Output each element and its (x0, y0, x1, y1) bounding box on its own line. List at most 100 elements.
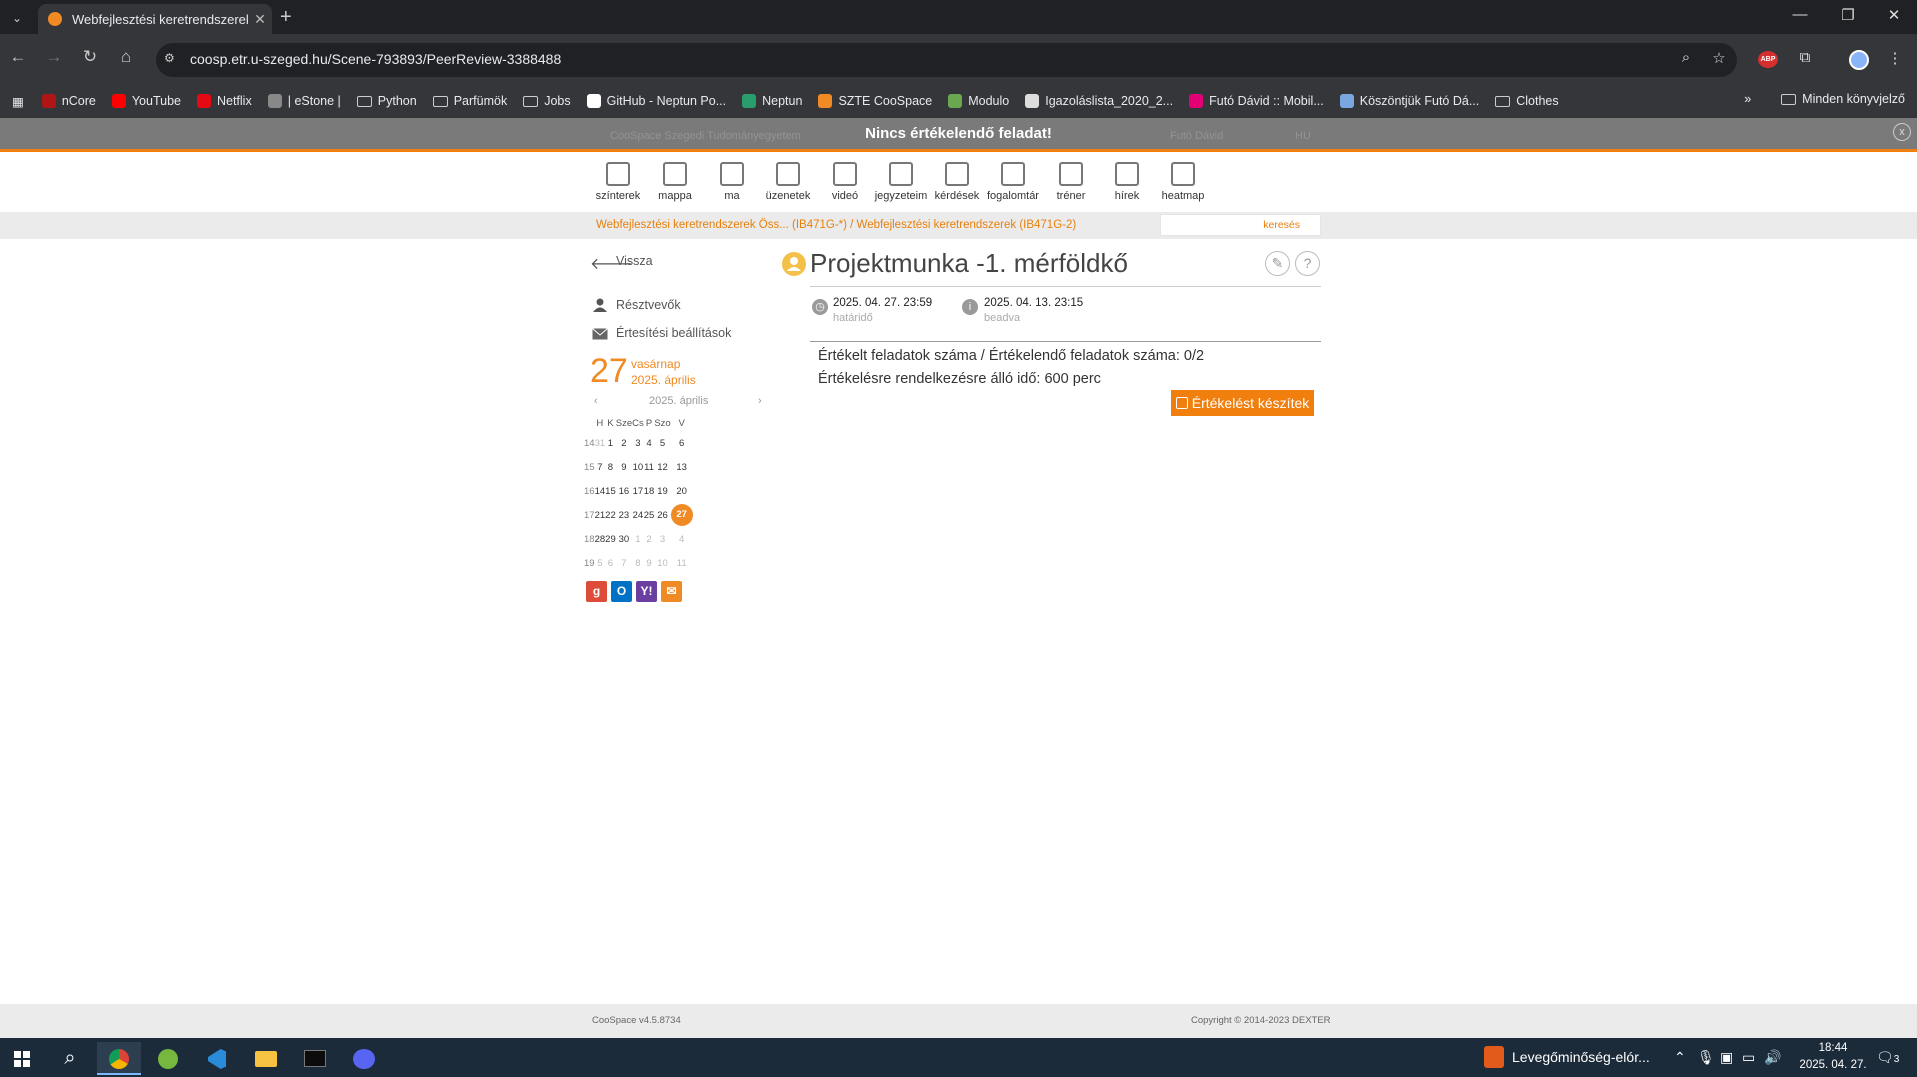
calendar-day[interactable]: 5 (654, 431, 670, 455)
back-link[interactable]: Vissza (616, 254, 653, 268)
network-icon[interactable]: ▭ (1742, 1049, 1755, 1066)
calendar-day-today[interactable]: 27 (670, 503, 693, 527)
edit-button[interactable]: ✎ (1265, 251, 1290, 276)
bookmark-item[interactable]: Köszöntjük Futó Dá... (1339, 94, 1479, 108)
bookmark-item[interactable]: nCore (41, 94, 96, 108)
search-input[interactable]: keresés (1160, 214, 1321, 236)
profile-avatar[interactable] (1849, 50, 1869, 70)
notification-center-icon[interactable]: 🗨3 (1876, 1049, 1899, 1066)
calendar-day[interactable]: 22 (605, 503, 616, 527)
tab-close-icon[interactable]: ✕ (248, 11, 272, 28)
calendar-day[interactable]: 25 (644, 503, 655, 527)
menu-item-tréner[interactable]: tréner (1039, 162, 1103, 202)
tray-overflow-icon[interactable]: ⌃ (1674, 1049, 1686, 1066)
back-arrow-icon[interactable]: ← (8, 47, 28, 67)
discord-icon[interactable] (342, 1042, 386, 1075)
browser-tab-active[interactable]: Webfejlesztési keretrendszerek ✕ (38, 4, 272, 34)
bookmarks-overflow-icon[interactable]: » (1744, 92, 1751, 106)
apps-grid-icon[interactable]: ▦ (12, 94, 24, 109)
calendar-day[interactable]: 8 (632, 551, 644, 575)
calendar-day[interactable]: 20 (671, 479, 693, 503)
bookmark-item[interactable]: Jobs (523, 94, 571, 108)
bookmark-star-icon[interactable]: ☆ (1708, 49, 1730, 67)
calendar-day[interactable]: 29 (605, 527, 616, 551)
menu-item-színterek[interactable]: színterek (586, 162, 650, 202)
calendar-day[interactable]: 1 (605, 431, 616, 455)
volume-icon[interactable]: 🔊 (1764, 1049, 1781, 1066)
calendar-day[interactable]: 31 (595, 431, 606, 455)
bookmark-item[interactable]: | eStone | (267, 94, 341, 108)
microphone-icon[interactable]: 🎙 (1697, 1049, 1715, 1066)
zoom-icon[interactable]: ⌕ (1675, 49, 1697, 66)
utorrent-icon[interactable] (146, 1042, 190, 1075)
menu-item-heatmap[interactable]: heatmap (1151, 162, 1215, 202)
calendar-day[interactable]: 8 (605, 455, 616, 479)
bookmark-item[interactable]: Neptun (742, 94, 802, 108)
url-text[interactable]: coosp.etr.u-szeged.hu/Scene-793893/PeerR… (190, 51, 561, 67)
calendar-day[interactable]: 1 (632, 527, 644, 551)
bookmark-item[interactable]: Parfümök (432, 94, 507, 108)
taskbar-clock[interactable]: 18:44 2025. 04. 27. (1798, 1040, 1868, 1074)
yahoo-icon[interactable]: Y! (636, 581, 657, 602)
bookmark-item[interactable]: Modulo (948, 94, 1009, 108)
reload-icon[interactable]: ↻ (80, 47, 100, 67)
bookmark-item[interactable]: Python (356, 94, 417, 108)
calendar-day[interactable]: 4 (644, 431, 655, 455)
minimize-button[interactable]: — (1790, 6, 1810, 23)
participants-link[interactable]: Résztvevők (616, 298, 681, 312)
google-calendar-icon[interactable]: g (586, 581, 607, 602)
calendar-day[interactable]: 21 (595, 503, 606, 527)
notification-settings-link[interactable]: Értesítési beállítások (616, 326, 731, 340)
menu-item-üzenetek[interactable]: üzenetek (756, 162, 820, 202)
close-notice-button[interactable]: x (1893, 123, 1911, 141)
calendar-day[interactable]: 10 (654, 551, 670, 575)
menu-item-fogalomtár[interactable]: fogalomtár (981, 162, 1045, 202)
bookmark-item[interactable]: Futó Dávid :: Mobil... (1189, 94, 1324, 108)
bookmark-item[interactable]: Netflix (196, 94, 252, 108)
email-icon[interactable]: ✉ (661, 581, 682, 602)
all-bookmarks-link[interactable]: Minden könyvjelző (1802, 92, 1905, 106)
prev-month-icon[interactable]: ‹ (594, 395, 598, 407)
menu-item-hírek[interactable]: hírek (1095, 162, 1159, 202)
search-icon[interactable]: ⌕ (48, 1042, 92, 1075)
calendar-day[interactable]: 19 (654, 479, 670, 503)
breadcrumb[interactable]: Webfejlesztési keretrendszerek Öss... (I… (596, 219, 1076, 231)
start-evaluation-button[interactable]: Értékelést készítek (1171, 390, 1314, 416)
menu-item-videó[interactable]: videó (813, 162, 877, 202)
calendar-day[interactable]: 12 (654, 455, 670, 479)
calendar-day[interactable]: 13 (671, 455, 693, 479)
adblock-icon[interactable]: ABP (1758, 51, 1778, 68)
chrome-menu-icon[interactable]: ⋮ (1884, 49, 1906, 67)
weather-widget[interactable]: Levegőminőség-elór... (1512, 1049, 1650, 1065)
calendar-day[interactable]: 2 (616, 431, 632, 455)
calendar-day[interactable]: 5 (595, 551, 606, 575)
bookmark-item[interactable]: Igazoláslista_2020_2... (1025, 94, 1173, 108)
calendar-day[interactable]: 24 (632, 503, 644, 527)
bookmark-item[interactable]: GitHub - Neptun Po... (586, 94, 726, 108)
outlook-icon[interactable]: O (611, 581, 632, 602)
calendar-day[interactable]: 14 (595, 479, 606, 503)
start-button[interactable] (0, 1042, 44, 1075)
calendar-day[interactable]: 7 (595, 455, 606, 479)
display-icon[interactable]: ▣ (1720, 1049, 1733, 1066)
next-month-icon[interactable]: › (758, 395, 762, 407)
calendar-day[interactable]: 30 (616, 527, 632, 551)
chrome-taskbar-icon[interactable] (97, 1042, 141, 1075)
bookmark-item[interactable]: YouTube (111, 94, 181, 108)
home-icon[interactable]: ⌂ (116, 47, 136, 67)
forward-arrow-icon[interactable]: → (44, 47, 64, 67)
calendar-day[interactable]: 10 (632, 455, 644, 479)
new-tab-button[interactable]: + (280, 6, 292, 29)
help-button[interactable]: ? (1295, 251, 1320, 276)
calendar-day[interactable]: 4 (671, 527, 693, 551)
close-window-button[interactable]: ✕ (1884, 6, 1904, 24)
calendar-day[interactable]: 9 (644, 551, 655, 575)
calendar-day[interactable]: 6 (671, 431, 693, 455)
calendar-day[interactable]: 7 (616, 551, 632, 575)
calendar-day[interactable]: 3 (632, 431, 644, 455)
calendar-day[interactable]: 3 (654, 527, 670, 551)
bookmark-item[interactable]: SZTE CooSpace (818, 94, 932, 108)
calendar-day[interactable]: 11 (644, 455, 655, 479)
extensions-icon[interactable]: ⧉ (1794, 49, 1816, 66)
calendar-day[interactable]: 6 (605, 551, 616, 575)
